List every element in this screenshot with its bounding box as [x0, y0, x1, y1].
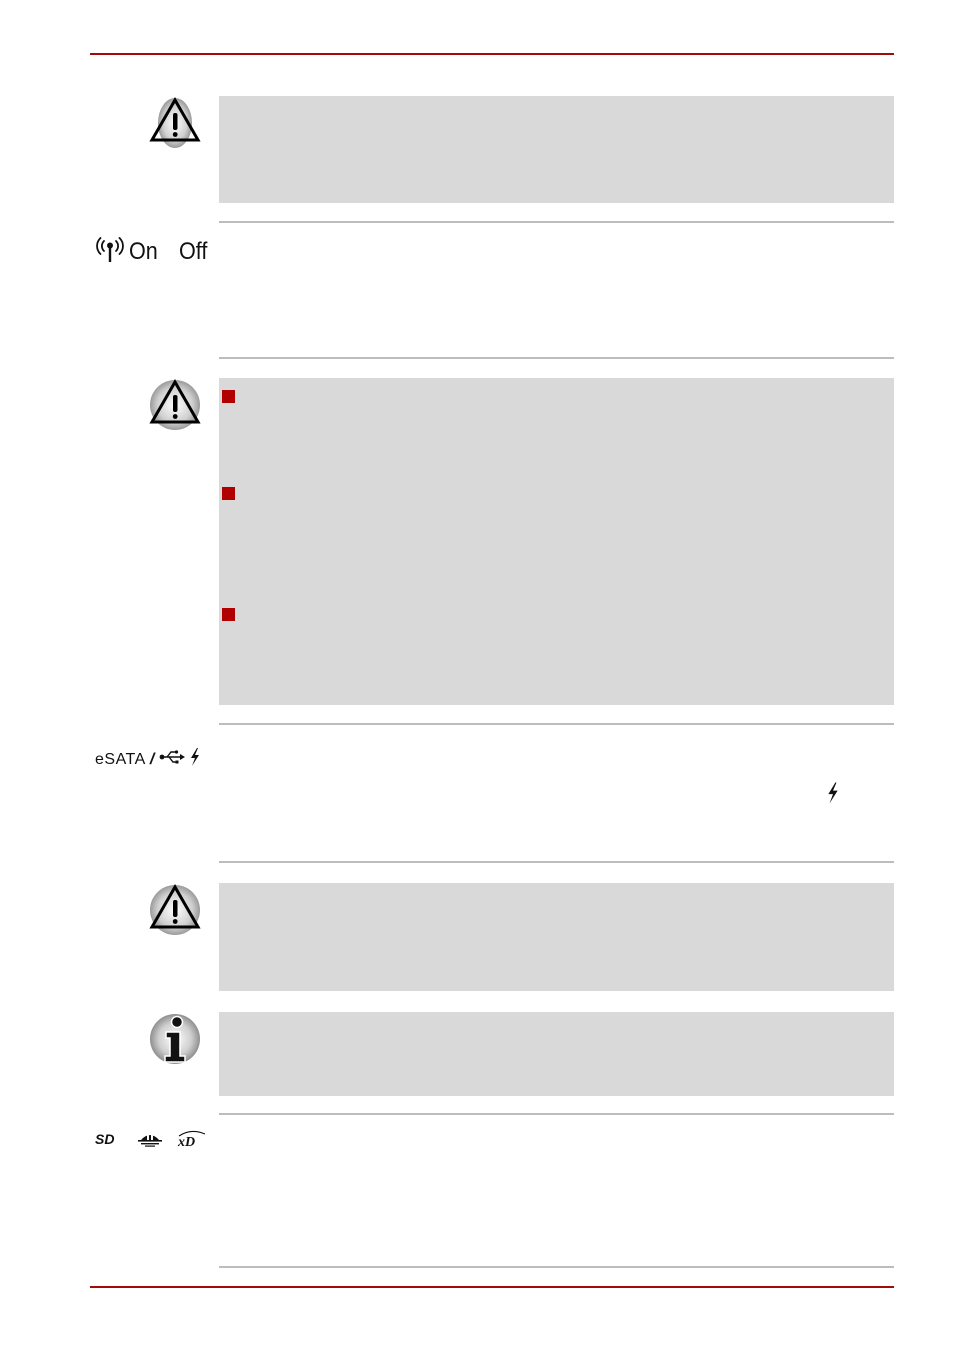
header-rule	[90, 53, 894, 55]
info-icon	[148, 1012, 202, 1066]
esata-text: eSATA	[95, 750, 146, 768]
svg-text:SD: SD	[95, 1131, 114, 1147]
section-divider	[219, 1113, 894, 1115]
bullet-marker	[222, 390, 235, 403]
caution-icon	[148, 883, 202, 937]
lightning-icon	[189, 748, 201, 771]
bullet-marker	[222, 608, 235, 621]
sd-card-logo-icon: SD	[95, 1131, 125, 1152]
wireless-on-label: On	[129, 237, 158, 265]
section-divider	[219, 1266, 894, 1268]
caution-box-3	[219, 883, 894, 991]
footer-rule	[90, 1286, 894, 1288]
usb-icon	[159, 749, 185, 770]
caution-icon	[148, 96, 202, 150]
section-divider	[219, 861, 894, 863]
bullet-marker	[222, 487, 235, 500]
caution-box-1	[219, 96, 894, 203]
section-divider	[219, 357, 894, 359]
section-divider	[219, 723, 894, 725]
section-divider	[219, 221, 894, 223]
info-box	[219, 1012, 894, 1096]
xd-card-logo-icon: xD	[175, 1130, 209, 1153]
wireless-antenna-icon	[95, 235, 125, 268]
caution-icon	[148, 378, 202, 432]
esata-separator: /	[149, 750, 155, 768]
esata-label: eSATA /	[95, 748, 201, 771]
memory-stick-logo-icon	[135, 1131, 165, 1152]
caution-box-2	[219, 378, 894, 705]
wireless-label: On Off	[95, 235, 211, 268]
wireless-off-label: Off	[179, 237, 208, 265]
memory-card-logos: SD xD	[95, 1130, 209, 1153]
lightning-icon	[826, 782, 840, 809]
svg-text:xD: xD	[177, 1135, 195, 1148]
